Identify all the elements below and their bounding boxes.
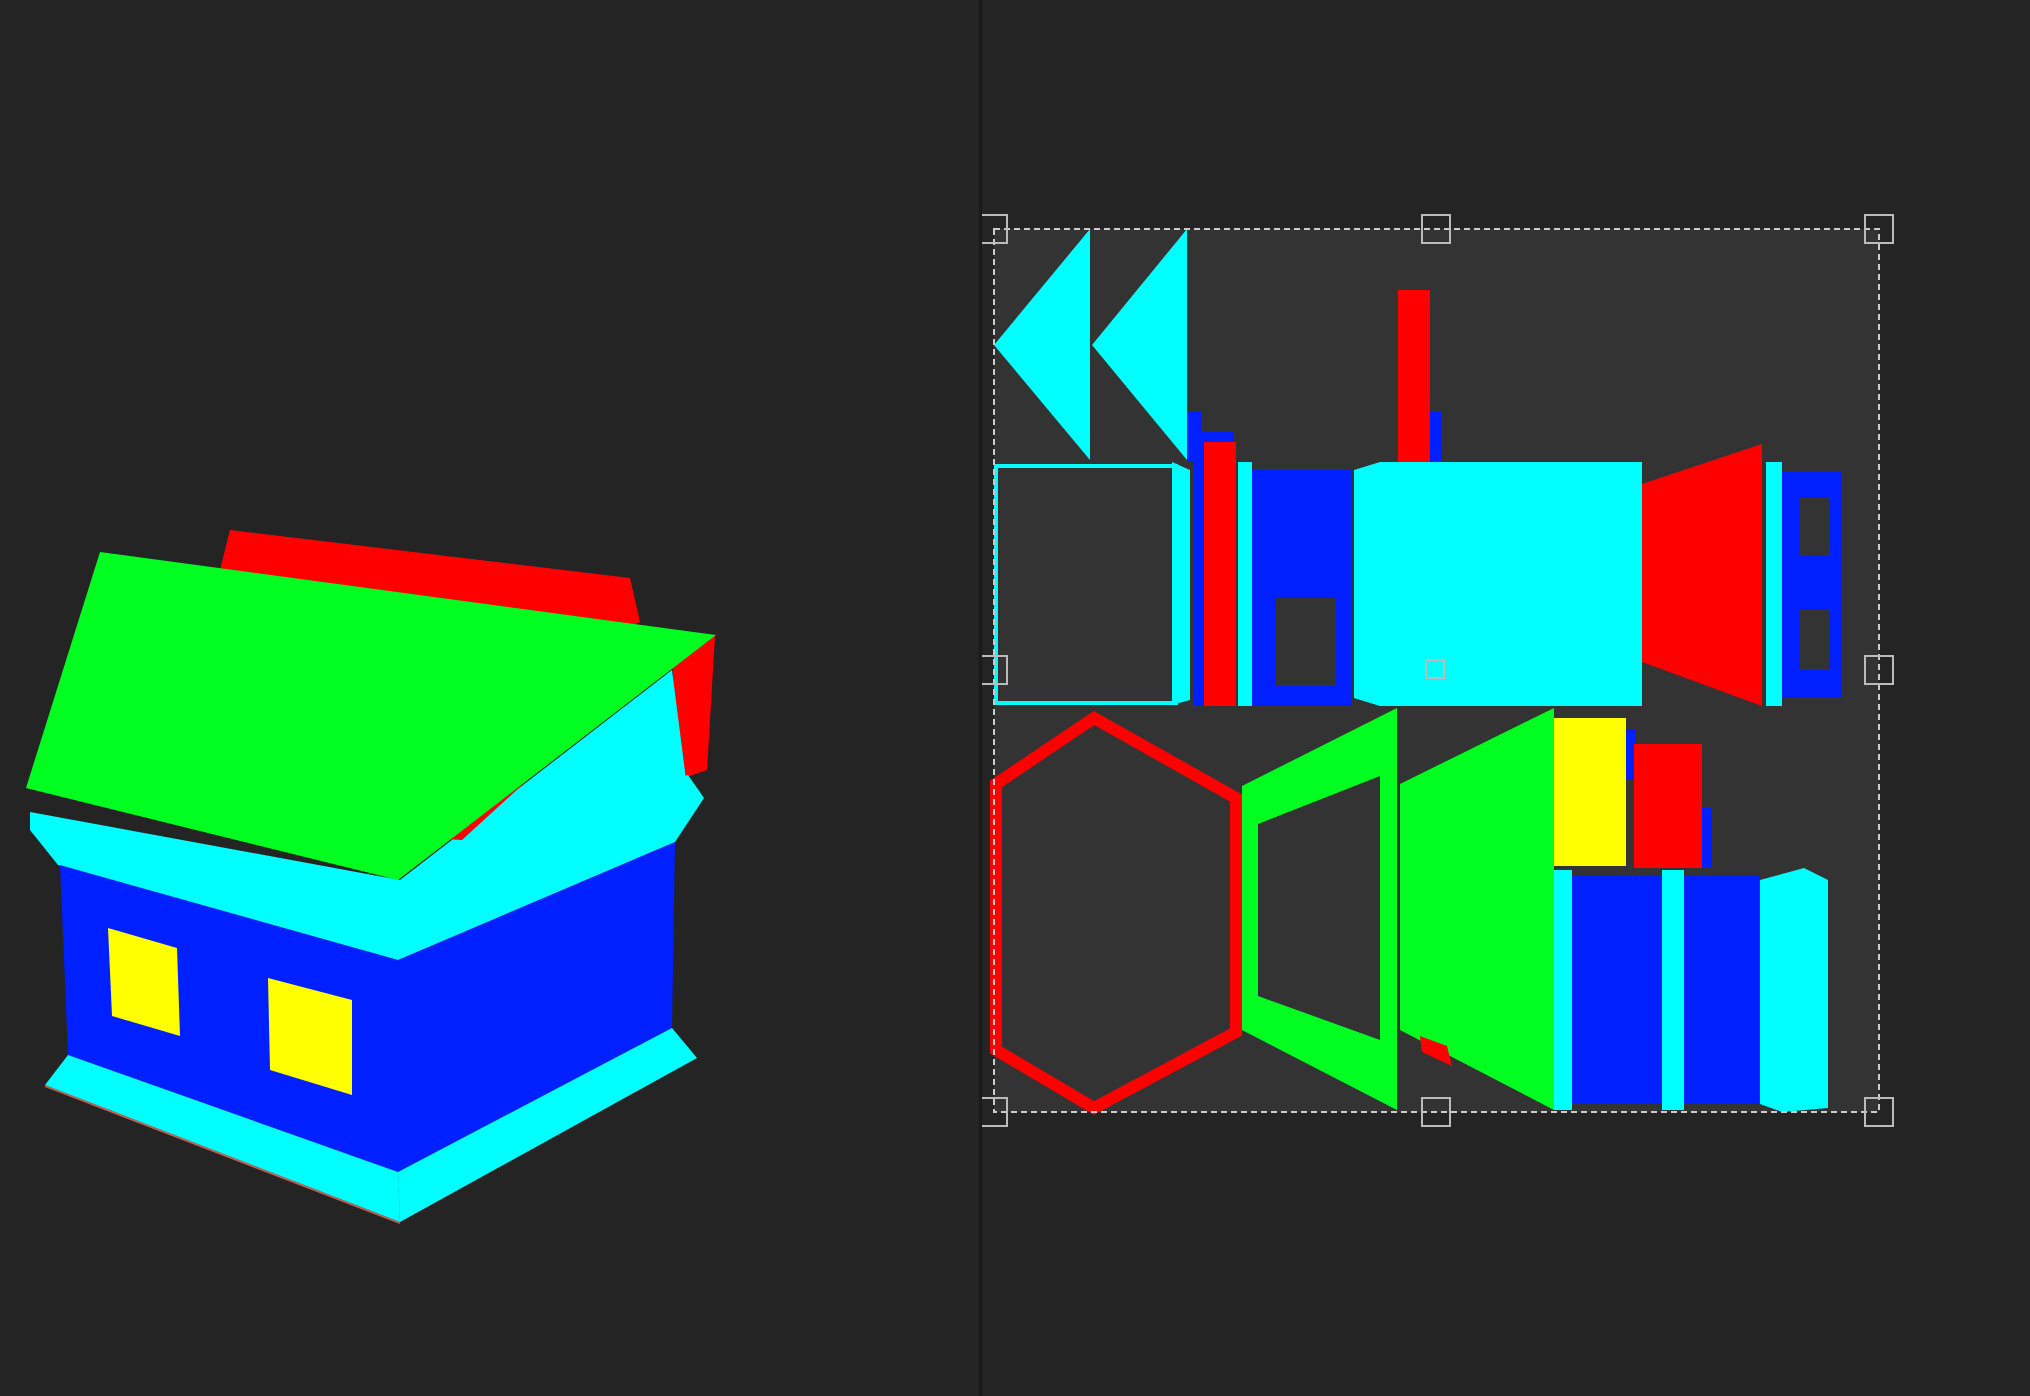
chimney-side <box>1430 412 1442 462</box>
blue-strip-cyan-a <box>1554 870 1572 1110</box>
red-block-blue <box>1702 808 1712 868</box>
blue-strip-b <box>1684 876 1760 1104</box>
uv-layout-canvas[interactable] <box>982 0 2030 1396</box>
app-window <box>0 0 2030 1396</box>
blue-strip-a <box>1572 876 1662 1104</box>
side-strip-red <box>1204 442 1236 706</box>
window-hole-upper <box>1800 498 1830 556</box>
chimney <box>1398 290 1430 462</box>
house-model-render[interactable] <box>0 0 979 1396</box>
window-frame-cyan <box>1766 462 1782 706</box>
red-block <box>1634 744 1702 868</box>
window-hole-lower <box>1800 610 1830 670</box>
blue-strip-cyan-c <box>1760 868 1828 1112</box>
roof-red-trapezoid <box>1642 444 1762 706</box>
wall-window-hole <box>1276 598 1336 686</box>
side-strip-cyan <box>1238 462 1252 706</box>
wall-panel-side <box>1172 462 1190 705</box>
blue-strip-cyan-b <box>1662 870 1684 1110</box>
3d-viewport[interactable] <box>0 0 979 1396</box>
yellow-window <box>1554 718 1626 866</box>
roof-front-cyan <box>1354 462 1642 706</box>
uv-editor[interactable] <box>982 0 2030 1396</box>
